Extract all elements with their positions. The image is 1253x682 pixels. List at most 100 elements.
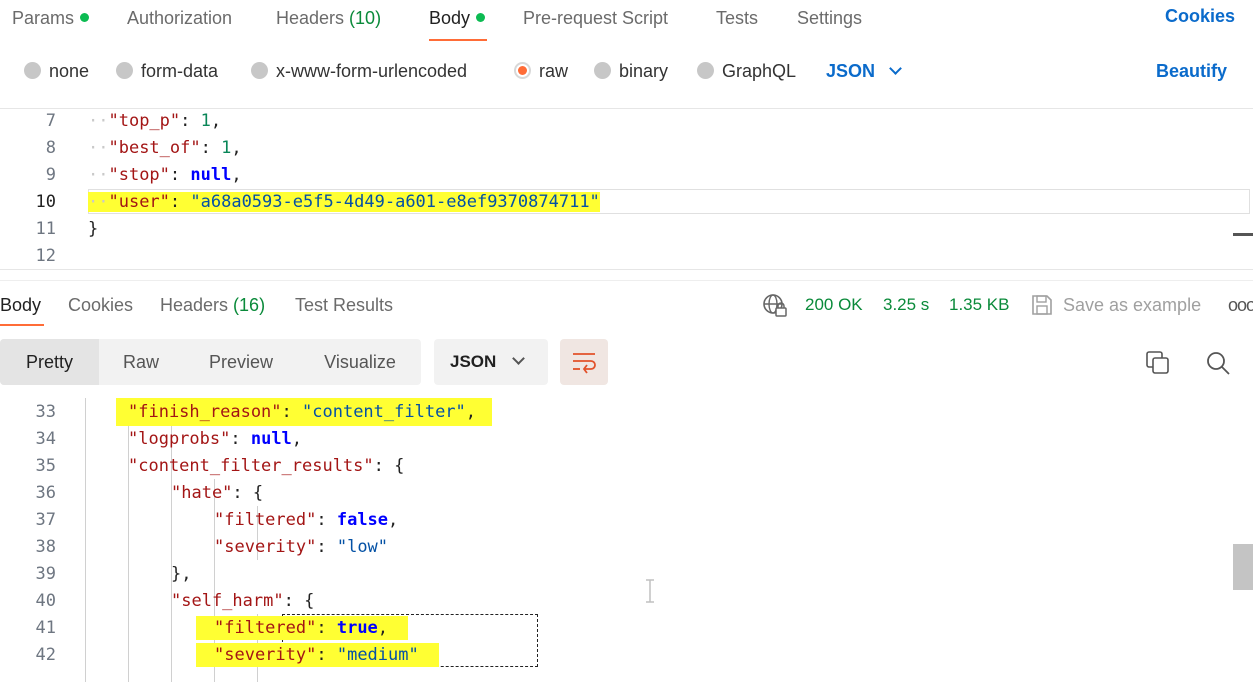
response-tab-cookies[interactable]: Cookies: [68, 293, 133, 317]
json-key: "stop": [108, 165, 170, 185]
json-value: "content_filter": [302, 402, 466, 422]
code-line: 42 "severity": "medium": [0, 642, 1253, 669]
status-code[interactable]: 200 OK: [805, 293, 863, 317]
code-line: 12: [0, 243, 1253, 269]
tab-settings[interactable]: Settings: [797, 6, 862, 30]
json-separator: :: [230, 429, 251, 449]
line-number: 34: [35, 429, 56, 449]
response-format-dropdown[interactable]: JSON: [434, 339, 548, 385]
more-options-button[interactable]: ooo: [1228, 293, 1253, 317]
tab-tests[interactable]: Tests: [716, 6, 758, 30]
code-line: 8 ··"best_of": 1,: [0, 135, 1253, 162]
code-line: 34 "logprobs": null,: [0, 426, 1253, 453]
save-as-example-button[interactable]: Save as example: [1063, 293, 1201, 317]
cookies-link[interactable]: Cookies: [1165, 6, 1235, 27]
json-separator: :: [169, 165, 191, 185]
line-text: "filtered": false,: [214, 510, 398, 530]
request-tabs: Params Authorization Headers (10) Body P…: [0, 0, 1253, 44]
radio-raw[interactable]: raw: [514, 59, 568, 83]
code-content: ··"user": "a68a0593-e5f5-4d49-a601-e8ef9…: [88, 189, 600, 216]
json-key: "hate": [171, 483, 233, 503]
json-value: {: [252, 483, 264, 503]
json-key: "user": [108, 192, 170, 212]
active-tab-underline: [429, 39, 487, 41]
search-icon[interactable]: [1204, 349, 1232, 377]
active-indicator-dot: [476, 12, 486, 22]
globe-lock-icon[interactable]: [762, 293, 788, 319]
code-content: "severity": "low": [214, 534, 388, 561]
code-content: "self_harm": {: [171, 588, 314, 615]
beautify-button[interactable]: Beautify: [1156, 59, 1227, 83]
chevron-down-icon: [889, 62, 902, 75]
raw-language-dropdown[interactable]: JSON: [826, 59, 902, 83]
active-indicator-dot: [80, 12, 90, 22]
json-value: 1: [200, 111, 211, 131]
radio-circle[interactable]: [24, 61, 41, 79]
radio-label: none: [49, 61, 90, 81]
copy-icon[interactable]: [1144, 349, 1172, 377]
tab-label: Test Results: [295, 295, 394, 315]
wrap-lines-button[interactable]: [560, 339, 608, 385]
chevron-down-icon: [512, 352, 526, 365]
radio-graphql[interactable]: GraphQL: [697, 59, 796, 83]
line-text: "content_filter_results": {: [128, 456, 404, 476]
radio-x-www-form-urlencoded[interactable]: x-www-form-urlencoded: [251, 59, 467, 83]
radio-form-data[interactable]: form-data: [116, 59, 218, 83]
json-separator: :: [180, 111, 201, 131]
request-body-editor[interactable]: 7 ··"top_p": 1, 8 ··"best_of": 1, 9 ··"stop":…: [0, 108, 1253, 270]
radio-binary[interactable]: binary: [594, 59, 668, 83]
code-line: 9 ··"stop": null,: [0, 162, 1253, 189]
code-content: ··"best_of": 1,: [88, 135, 242, 162]
view-mode-raw[interactable]: Raw: [99, 339, 183, 385]
line-text: ··"stop": null,: [88, 165, 242, 185]
response-size[interactable]: 1.35 KB: [949, 293, 1010, 317]
json-punct: ,: [291, 429, 303, 449]
json-key: "filtered": [214, 510, 317, 530]
highlighted-text: "filtered": true,: [196, 616, 409, 640]
json-separator: :: [169, 192, 191, 212]
line-number: 40: [35, 591, 56, 611]
radio-circle-checked[interactable]: [514, 61, 531, 79]
code-content: ··"top_p": 1,: [88, 109, 221, 135]
highlighted-text: "severity": "medium": [196, 643, 439, 667]
view-mode-visualize[interactable]: Visualize: [299, 339, 421, 385]
json-separator: :: [283, 591, 305, 611]
radio-circle[interactable]: [697, 61, 714, 79]
radio-label: GraphQL: [722, 61, 797, 81]
response-time[interactable]: 3.25 s: [883, 293, 929, 317]
tab-params[interactable]: Params: [12, 6, 90, 30]
radio-circle[interactable]: [116, 61, 133, 79]
tab-headers[interactable]: Headers (10): [276, 6, 381, 30]
line-number: 42: [35, 645, 56, 665]
response-tab-body[interactable]: Body: [0, 293, 41, 317]
line-number: 37: [35, 510, 56, 530]
highlighted-text: "finish_reason": "content_filter",: [116, 398, 493, 426]
view-mode-preview[interactable]: Preview: [183, 339, 299, 385]
response-body-viewer[interactable]: 33 "finish_reason": "content_filter", 34 "l…: [0, 398, 1253, 682]
line-number: 12: [35, 246, 56, 266]
whitespace-marker: ··: [88, 111, 109, 131]
json-separator: :: [200, 138, 222, 158]
view-mode-pretty[interactable]: Pretty: [0, 339, 99, 385]
tab-authorization[interactable]: Authorization: [127, 6, 232, 30]
json-separator: :: [232, 483, 253, 503]
tab-label: Pre-request Script: [523, 8, 669, 28]
tab-pre-request-script[interactable]: Pre-request Script: [523, 6, 668, 30]
whitespace-marker: ··: [88, 165, 109, 185]
radio-none[interactable]: none: [24, 59, 89, 83]
json-separator: :: [316, 537, 337, 557]
radio-circle[interactable]: [251, 61, 268, 79]
radio-circle[interactable]: [594, 61, 611, 79]
response-tab-test-results[interactable]: Test Results: [295, 293, 393, 317]
line-number: 38: [35, 537, 56, 557]
code-line: 41 "filtered": true,: [0, 615, 1253, 642]
json-value: null: [250, 429, 292, 449]
response-tab-headers[interactable]: Headers (16): [160, 293, 265, 317]
json-value: null: [190, 165, 232, 185]
code-content: "logprobs": null,: [128, 426, 302, 453]
json-key: "logprobs": [128, 429, 231, 449]
line-number: 7: [45, 111, 56, 131]
code-content: "hate": {: [171, 480, 263, 507]
active-tab-underline: [0, 324, 44, 326]
tab-body[interactable]: Body: [429, 6, 486, 30]
